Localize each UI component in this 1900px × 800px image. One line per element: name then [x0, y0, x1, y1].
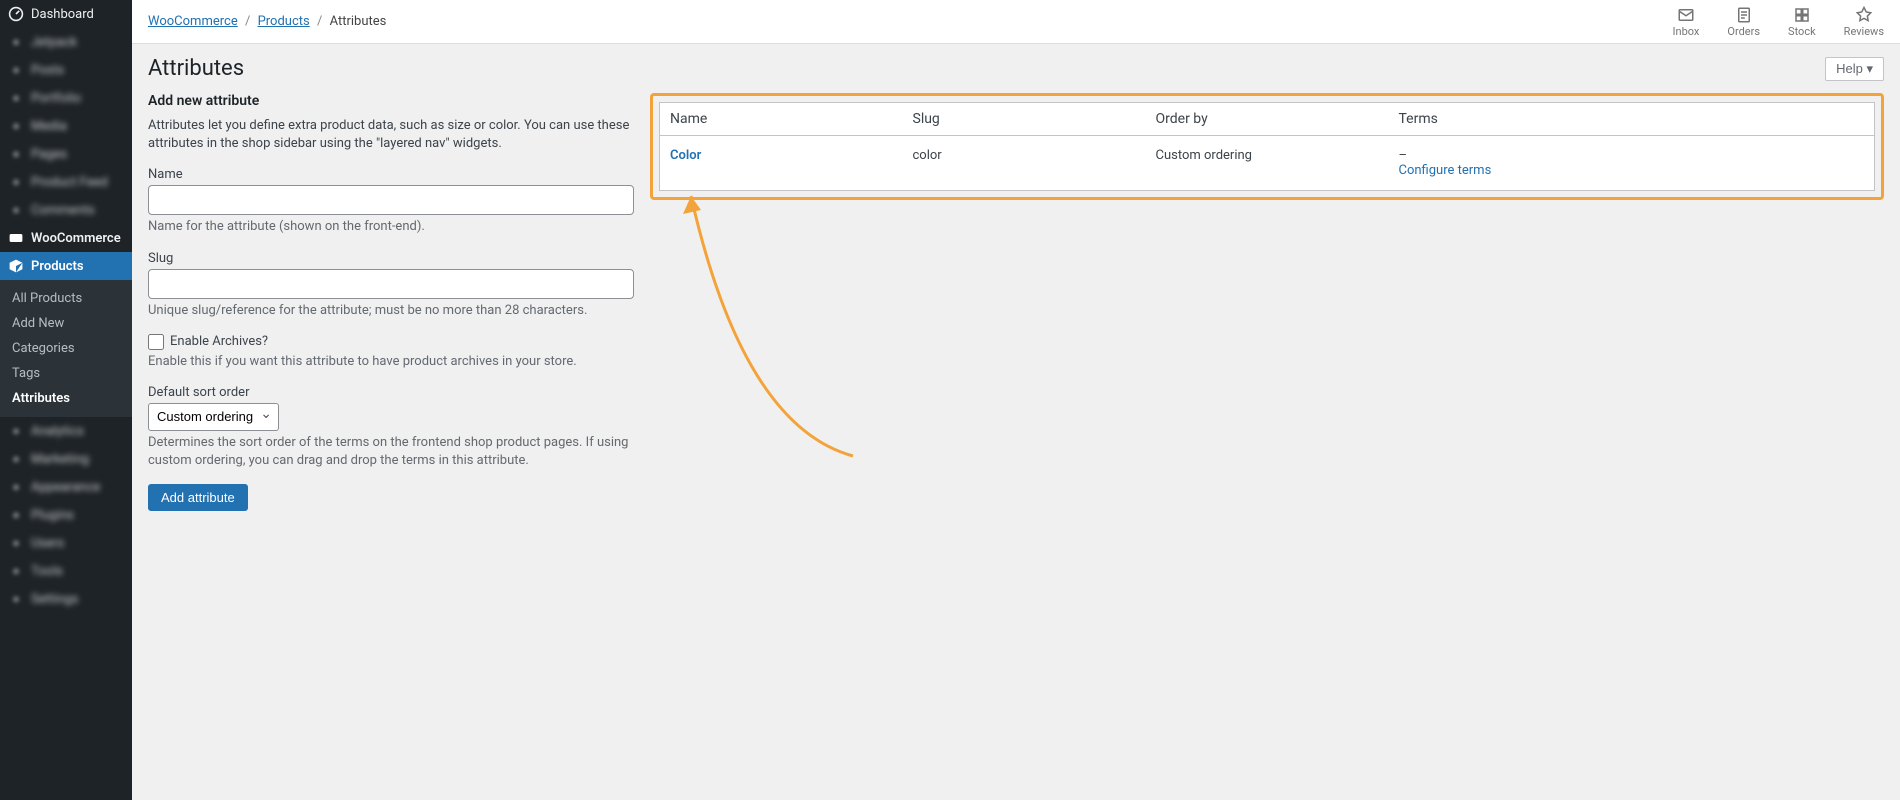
table-row: Color color Custom ordering – Configure …	[660, 136, 1875, 191]
products-icon	[8, 258, 24, 274]
col-slug[interactable]: Slug	[903, 103, 1146, 136]
generic-icon: ●	[8, 202, 24, 218]
generic-icon: ●	[8, 423, 24, 439]
sidebar-item-blurred[interactable]: ●Tools	[0, 557, 132, 585]
orders-icon	[1735, 6, 1753, 24]
generic-icon: ●	[8, 563, 24, 579]
form-intro: Attributes let you define extra product …	[148, 117, 634, 153]
sidebar-item-blurred[interactable]: ●Posts	[0, 56, 132, 84]
generic-icon: ●	[8, 479, 24, 495]
sidebar-label-dashboard: Dashboard	[31, 7, 94, 22]
sidebar-item-woocommerce[interactable]: WooCommerce	[0, 224, 132, 252]
col-orderby[interactable]: Order by	[1146, 103, 1389, 136]
form-heading: Add new attribute	[148, 93, 634, 109]
sidebar-label-products: Products	[31, 259, 84, 274]
generic-icon: ●	[8, 90, 24, 106]
sort-label: Default sort order	[148, 385, 634, 400]
activity-stock[interactable]: Stock	[1788, 6, 1816, 38]
submenu-tags[interactable]: Tags	[0, 361, 132, 386]
sidebar-item-blurred[interactable]: ●Settings	[0, 585, 132, 613]
submenu-categories[interactable]: Categories	[0, 336, 132, 361]
woocommerce-icon	[8, 230, 24, 246]
submenu-add-new[interactable]: Add New	[0, 311, 132, 336]
add-attribute-button[interactable]: Add attribute	[148, 484, 248, 511]
sidebar-item-products[interactable]: Products	[0, 252, 132, 280]
activity-panel: Inbox Orders Stock Reviews	[1673, 6, 1884, 38]
generic-icon: ●	[8, 146, 24, 162]
col-terms[interactable]: Terms	[1389, 103, 1875, 136]
attribute-slug: color	[903, 136, 1146, 191]
dashboard-icon	[8, 6, 24, 22]
generic-icon: ●	[8, 118, 24, 134]
name-help: Name for the attribute (shown on the fro…	[148, 218, 634, 236]
sidebar-label-woocommerce: WooCommerce	[31, 231, 121, 246]
sort-help: Determines the sort order of the terms o…	[148, 434, 634, 470]
chevron-down-icon: ▾	[1866, 61, 1873, 76]
activity-orders[interactable]: Orders	[1727, 6, 1760, 38]
activity-reviews[interactable]: Reviews	[1844, 6, 1884, 38]
breadcrumb-products[interactable]: Products	[258, 14, 310, 29]
breadcrumb-woocommerce[interactable]: WooCommerce	[148, 14, 238, 29]
submenu-all-products[interactable]: All Products	[0, 286, 132, 311]
enable-archives-checkbox[interactable]	[148, 334, 164, 350]
generic-icon: ●	[8, 34, 24, 50]
name-input[interactable]	[148, 185, 634, 215]
main-content: WooCommerce / Products / Attributes Inbo…	[132, 0, 1900, 800]
sidebar-item-blurred[interactable]: ●Plugins	[0, 501, 132, 529]
archives-help: Enable this if you want this attribute t…	[148, 353, 634, 371]
page-title: Attributes	[148, 56, 244, 81]
sidebar-item-blurred[interactable]: ●Analytics	[0, 417, 132, 445]
col-name[interactable]: Name	[660, 103, 903, 136]
generic-icon: ●	[8, 62, 24, 78]
admin-sidebar: Dashboard ●Jetpack ●Posts ●Portfolio ●Me…	[0, 0, 132, 800]
generic-icon: ●	[8, 591, 24, 607]
sidebar-item-blurred[interactable]: ●Comments	[0, 196, 132, 224]
name-label: Name	[148, 167, 634, 182]
enable-archives-label: Enable Archives?	[170, 334, 268, 349]
generic-icon: ●	[8, 535, 24, 551]
sidebar-submenu-products: All Products Add New Categories Tags Att…	[0, 280, 132, 417]
attribute-terms: –	[1399, 148, 1408, 163]
attributes-table-highlight: Name Slug Order by Terms Color color	[650, 93, 1884, 200]
attribute-name-link[interactable]: Color	[670, 148, 701, 163]
reviews-icon	[1855, 6, 1873, 24]
submenu-attributes[interactable]: Attributes	[0, 386, 132, 411]
add-attribute-form: Add new attribute Attributes let you def…	[148, 93, 634, 511]
sidebar-item-blurred[interactable]: ●Users	[0, 529, 132, 557]
sidebar-item-blurred[interactable]: ●Marketing	[0, 445, 132, 473]
breadcrumb-current: Attributes	[330, 14, 387, 29]
generic-icon: ●	[8, 451, 24, 467]
sidebar-item-dashboard[interactable]: Dashboard	[0, 0, 132, 28]
slug-input[interactable]	[148, 269, 634, 299]
sidebar-item-blurred[interactable]: ●Jetpack	[0, 28, 132, 56]
slug-help: Unique slug/reference for the attribute;…	[148, 302, 634, 320]
sort-order-select[interactable]: Custom ordering	[148, 403, 279, 431]
configure-terms-link[interactable]: Configure terms	[1399, 163, 1492, 178]
activity-inbox[interactable]: Inbox	[1673, 6, 1700, 38]
generic-icon: ●	[8, 507, 24, 523]
generic-icon: ●	[8, 174, 24, 190]
slug-label: Slug	[148, 251, 634, 266]
stock-icon	[1793, 6, 1811, 24]
sidebar-item-blurred[interactable]: ●Media	[0, 112, 132, 140]
help-button[interactable]: Help ▾	[1825, 57, 1884, 81]
attributes-table: Name Slug Order by Terms Color color	[659, 102, 1875, 191]
attribute-orderby: Custom ordering	[1146, 136, 1389, 191]
inbox-icon	[1677, 6, 1695, 24]
sidebar-item-blurred[interactable]: ●Appearance	[0, 473, 132, 501]
top-bar: WooCommerce / Products / Attributes Inbo…	[132, 0, 1900, 44]
highlight-arrow-icon	[643, 166, 903, 486]
sidebar-item-blurred[interactable]: ●Portfolio	[0, 84, 132, 112]
sidebar-item-blurred[interactable]: ●Product Feed	[0, 168, 132, 196]
sidebar-item-blurred[interactable]: ●Pages	[0, 140, 132, 168]
breadcrumb: WooCommerce / Products / Attributes	[148, 14, 386, 29]
